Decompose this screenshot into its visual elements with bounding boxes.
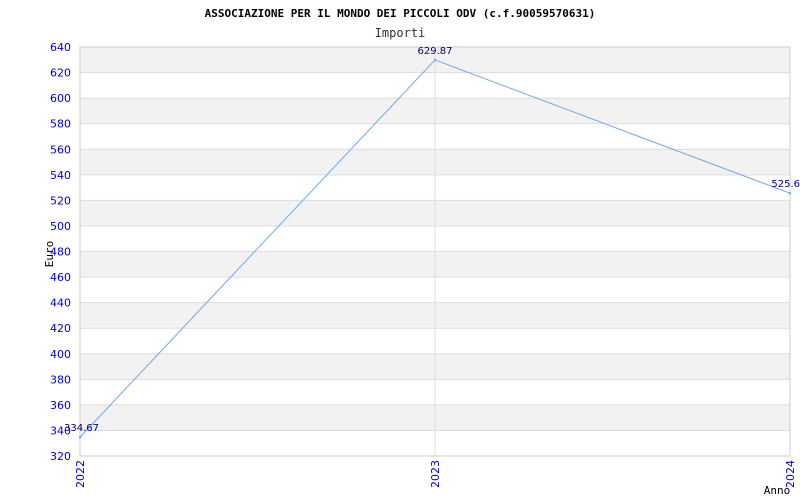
y-tick-label: 460	[50, 271, 71, 284]
x-axis-label: Anno	[764, 484, 791, 497]
data-label: 334.67	[64, 423, 99, 434]
y-tick-label: 540	[50, 169, 71, 182]
data-point	[78, 436, 82, 439]
data-point	[788, 192, 792, 195]
plot-background	[79, 46, 791, 457]
y-axis-label: Euro	[43, 241, 56, 268]
chart-title: ASSOCIAZIONE PER IL MONDO DEI PICCOLI OD…	[205, 7, 596, 20]
chart-subtitle: Importi	[375, 26, 426, 40]
y-tick-label: 520	[50, 194, 71, 207]
data-label: 629.87	[418, 46, 453, 57]
y-tick-label: 500	[50, 220, 71, 233]
y-tick-label: 580	[50, 118, 71, 131]
y-tick-label: 320	[50, 450, 71, 463]
y-tick-label: 640	[50, 41, 71, 54]
data-point	[433, 58, 437, 62]
x-axis-ticks: 2022 2023 2024	[74, 460, 797, 488]
line-chart: ASSOCIAZIONE PER IL MONDO DEI PICCOLI OD…	[43, 7, 800, 497]
data-label: 525.6	[771, 179, 800, 190]
y-tick-label: 560	[50, 143, 71, 156]
y-tick-label: 620	[50, 67, 71, 80]
y-tick-label: 380	[50, 373, 71, 386]
y-tick-label: 420	[50, 322, 71, 335]
y-tick-label: 360	[50, 399, 71, 412]
x-tick-label: 2022	[74, 460, 87, 488]
y-tick-label: 440	[50, 297, 71, 310]
x-tick-label: 2023	[429, 460, 442, 488]
y-tick-label: 600	[50, 92, 71, 105]
y-tick-label: 400	[50, 348, 71, 361]
